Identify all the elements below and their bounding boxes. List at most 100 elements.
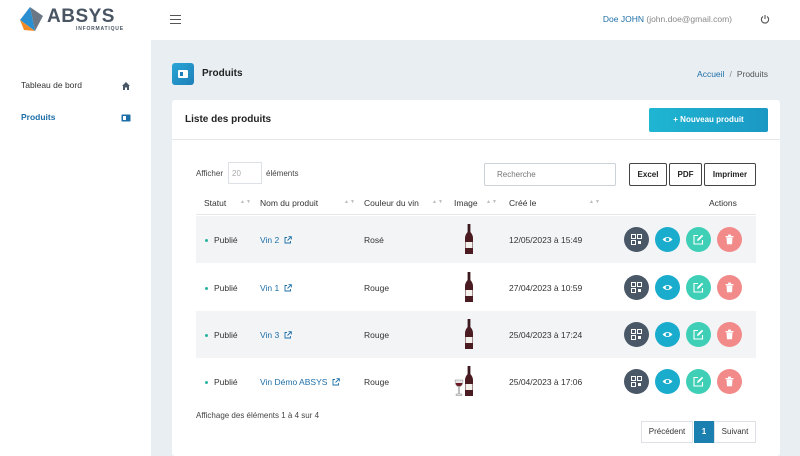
delete-button[interactable] — [717, 369, 742, 394]
page-size-input[interactable]: 20 — [228, 162, 262, 184]
view-button[interactable] — [655, 369, 680, 394]
breadcrumb: Accueil / Produits — [697, 69, 768, 79]
product-link[interactable]: Vin 3 — [260, 330, 279, 340]
edit-button[interactable] — [686, 369, 711, 394]
edit-icon — [693, 376, 704, 387]
status-cell: Publié — [205, 283, 238, 293]
column-color[interactable]: Couleur du vin — [364, 198, 419, 208]
created-date-cell: 12/05/2023 à 15:49 — [509, 235, 583, 245]
pagination-page-1[interactable]: 1 — [694, 421, 714, 443]
delete-button[interactable] — [717, 322, 742, 347]
trash-icon — [725, 234, 734, 245]
products-card: Liste des produits + Nouveau produit Aff… — [172, 100, 780, 456]
product-link[interactable]: Vin 2 — [260, 235, 279, 245]
sort-icon[interactable]: ▲▼ — [432, 199, 444, 205]
breadcrumb-separator: / — [729, 69, 732, 79]
column-image[interactable]: Image — [454, 198, 478, 208]
export-excel-button[interactable]: Excel — [629, 163, 667, 186]
qr-code-button[interactable] — [624, 275, 649, 300]
status-text: Publié — [214, 235, 238, 245]
sort-icon[interactable]: ▲▼ — [344, 199, 356, 205]
status-dot-icon — [205, 287, 208, 291]
qr-code-button[interactable] — [624, 369, 649, 394]
wine-color-cell: Rouge — [364, 330, 390, 340]
absys-logo-mark — [20, 7, 43, 31]
external-link-icon[interactable] — [332, 378, 341, 386]
created-date-cell: 25/04/2023 à 17:24 — [509, 330, 583, 340]
column-created[interactable]: Créé le — [509, 198, 536, 208]
card-header: Liste des produits + Nouveau produit — [172, 100, 780, 140]
sort-icon[interactable]: ▲▼ — [486, 199, 498, 205]
user-info[interactable]: Doe JOHN (john.doe@gmail.com) — [603, 14, 732, 24]
power-icon[interactable] — [760, 14, 770, 24]
absys-logo[interactable]: ABSYS INFORMATIQUE — [18, 6, 138, 34]
status-text: Publié — [214, 377, 238, 387]
trash-icon — [725, 376, 734, 387]
qr-code-button[interactable] — [624, 227, 649, 252]
page-size-label: Afficher — [196, 169, 223, 178]
breadcrumb-home-link[interactable]: Accueil — [697, 69, 724, 79]
new-product-button[interactable]: + Nouveau produit — [649, 108, 768, 132]
wine-bottle-icon — [465, 272, 473, 302]
qr-code-button[interactable] — [624, 322, 649, 347]
view-button[interactable] — [655, 227, 680, 252]
column-status[interactable]: Statut — [204, 198, 226, 208]
page-size-suffix: éléments — [266, 169, 299, 178]
eye-icon — [662, 237, 673, 242]
product-card-icon — [121, 114, 131, 122]
edit-button[interactable] — [686, 322, 711, 347]
wine-bottle-icon — [465, 224, 473, 254]
status-text: Publié — [214, 330, 238, 340]
view-button[interactable] — [655, 275, 680, 300]
status-dot-icon — [205, 334, 208, 338]
top-header: ABSYS INFORMATIQUE Doe JOHN (john.doe@gm… — [0, 0, 800, 40]
page-icon — [172, 63, 194, 85]
qr-code-icon — [631, 376, 642, 387]
sort-icon[interactable]: ▲▼ — [589, 199, 601, 205]
external-link-icon[interactable] — [284, 236, 292, 244]
edit-icon — [693, 282, 704, 293]
view-button[interactable] — [655, 322, 680, 347]
logo-subtitle: INFORMATIQUE — [76, 26, 124, 32]
export-pdf-button[interactable]: PDF — [669, 163, 702, 186]
breadcrumb-current: Produits — [736, 69, 768, 79]
sidebar-item-products[interactable]: Produits — [21, 112, 133, 126]
search-input[interactable] — [484, 163, 616, 186]
sidebar: Tableau de bord Produits — [0, 40, 151, 456]
external-link-icon[interactable] — [284, 331, 292, 339]
name-cell: Vin 3 — [260, 330, 292, 340]
table-row: Publié Vin 3 Rouge 25/04/2023 à 17:24 — [196, 311, 756, 358]
logo-text: ABSYS — [47, 6, 115, 27]
external-link-icon[interactable] — [284, 284, 292, 292]
wine-color-cell: Rouge — [364, 377, 390, 387]
status-text: Publié — [214, 283, 238, 293]
wine-bottle-icon — [465, 319, 473, 349]
wine-color-cell: Rosé — [364, 235, 384, 245]
print-button[interactable]: Imprimer — [704, 163, 756, 186]
pagination-next[interactable]: Suivant — [714, 421, 756, 443]
created-date-cell: 27/04/2023 à 10:59 — [509, 283, 583, 293]
table-info: Affichage des éléments 1 à 4 sur 4 — [196, 411, 320, 420]
delete-button[interactable] — [717, 275, 742, 300]
table-row: Publié Vin 2 Rosé 12/05/2023 à 15:49 — [196, 216, 756, 263]
trash-icon — [725, 282, 734, 293]
name-cell: Vin 2 — [260, 235, 292, 245]
edit-button[interactable] — [686, 227, 711, 252]
pagination-previous[interactable]: Précédent — [641, 421, 693, 443]
eye-icon — [662, 285, 673, 290]
name-cell: Vin 1 — [260, 283, 292, 293]
trash-icon — [725, 329, 734, 340]
user-email: (john.doe@gmail.com) — [646, 14, 732, 24]
product-link[interactable]: Vin Démo ABSYS — [260, 377, 327, 387]
menu-toggle-icon[interactable] — [170, 15, 181, 25]
edit-button[interactable] — [686, 275, 711, 300]
eye-icon — [662, 332, 673, 337]
column-name[interactable]: Nom du produit — [260, 198, 318, 208]
product-link[interactable]: Vin 1 — [260, 283, 279, 293]
sidebar-item-dashboard[interactable]: Tableau de bord — [21, 80, 133, 94]
delete-button[interactable] — [717, 227, 742, 252]
card-title: Liste des produits — [185, 114, 272, 125]
column-actions: Actions — [709, 198, 737, 208]
name-cell: Vin Démo ABSYS — [260, 377, 341, 387]
sort-icon[interactable]: ▲▼ — [240, 199, 252, 205]
